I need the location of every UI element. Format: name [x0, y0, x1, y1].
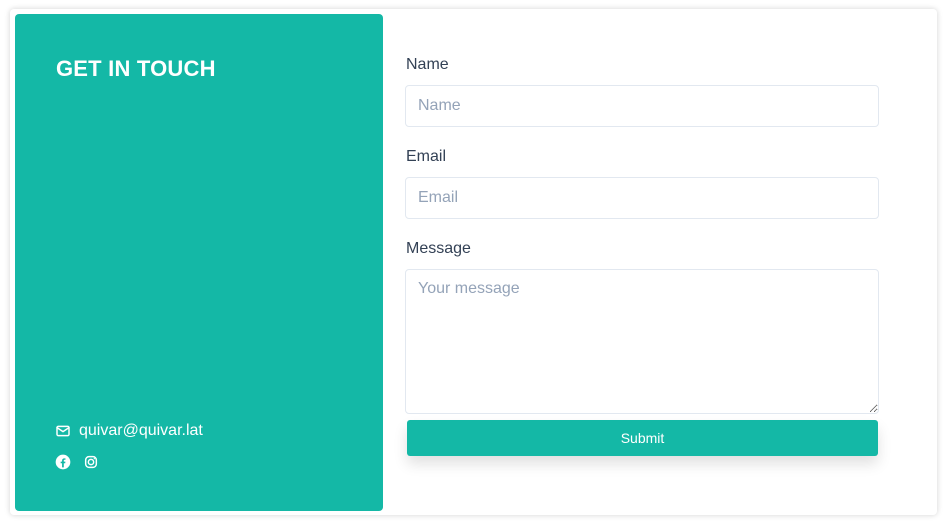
email-link[interactable]: quivar@quivar.lat	[55, 422, 203, 440]
facebook-icon	[55, 454, 71, 470]
social-links	[55, 454, 99, 470]
page-title: GET IN TOUCH	[56, 56, 216, 81]
message-textarea[interactable]	[405, 269, 879, 414]
instagram-link[interactable]	[83, 454, 99, 470]
name-label: Name	[406, 56, 449, 73]
name-input[interactable]	[405, 85, 879, 127]
email-label: Email	[406, 148, 447, 165]
submit-button[interactable]: Submit	[407, 420, 878, 456]
message-label: Message	[406, 240, 471, 257]
facebook-link[interactable]	[55, 454, 71, 470]
email-input[interactable]	[405, 177, 879, 219]
contact-info-panel: GET IN TOUCH quivar@quivar.lat	[15, 14, 383, 511]
instagram-icon	[84, 455, 98, 469]
envelope-icon	[56, 425, 70, 437]
email-text: quivar@quivar.lat	[79, 422, 203, 439]
